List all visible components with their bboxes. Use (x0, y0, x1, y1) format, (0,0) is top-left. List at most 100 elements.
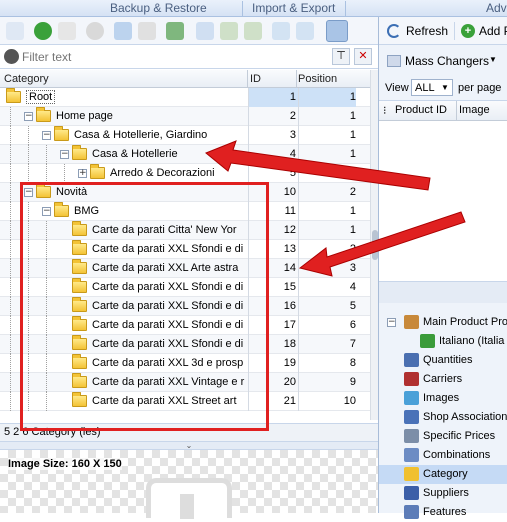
edit-icon[interactable] (58, 22, 76, 40)
delete-icon[interactable] (86, 22, 104, 40)
property-item[interactable]: Carriers (379, 370, 507, 389)
tree-add-icon[interactable] (272, 22, 290, 40)
tree-row[interactable]: Root 1 1 (0, 88, 370, 107)
chevron-down-icon[interactable]: ▼ (489, 55, 497, 64)
property-item-label: Main Product Prop (423, 316, 507, 328)
tree-row-position: 1 (349, 129, 356, 141)
tree-row-position: 10 (343, 395, 356, 407)
tree-guide-line (10, 259, 11, 278)
view-select-value: ALL (415, 82, 435, 94)
property-item[interactable]: Specific Prices (379, 427, 507, 446)
paste-icon[interactable] (138, 22, 156, 40)
view-select[interactable]: ALL ▼ (411, 79, 453, 96)
column-header-product-id[interactable]: Product ID (395, 104, 447, 116)
collapse-node-icon[interactable]: − (387, 318, 396, 327)
tree-guide-line (10, 202, 11, 221)
tree-guide-line (64, 164, 65, 183)
folder-icon (90, 164, 105, 179)
refresh-button[interactable]: Refresh (406, 24, 448, 38)
tree-guide-line (10, 183, 11, 202)
tab-divider (242, 1, 243, 16)
refresh-icon[interactable] (387, 24, 401, 38)
tree-guide-line (10, 240, 11, 259)
tree-row-label: Home page (56, 110, 113, 122)
filter-input[interactable] (22, 48, 328, 66)
tree-row-label: Casa & Hotellerie (92, 148, 178, 160)
list-icon: ⁝ (383, 105, 387, 117)
image-placeholder-bar (180, 494, 194, 519)
add-product-icon[interactable]: + (461, 24, 475, 38)
move-up-icon[interactable] (220, 22, 238, 40)
tab-advanced[interactable]: Adv (486, 0, 507, 17)
tab-import-export[interactable]: Import & Export (252, 0, 335, 17)
tree-row[interactable]: − Casa & Hotellerie, Giardino 3 1 (0, 126, 370, 145)
tree-row[interactable]: − Home page 2 1 (0, 107, 370, 126)
gear-icon[interactable] (4, 49, 19, 64)
copy-icon[interactable] (114, 22, 132, 40)
mass-changers-button[interactable]: Mass Changers (405, 54, 489, 68)
mass-changers-icon[interactable] (387, 55, 401, 67)
tree-row[interactable]: − Casa & Hotellerie 4 1 (0, 145, 370, 164)
report-icon[interactable] (196, 22, 214, 40)
tree-guide-line (10, 278, 11, 297)
collapse-node-icon[interactable]: − (42, 131, 51, 140)
tree-guide-line (10, 335, 11, 354)
property-item[interactable]: Category (379, 465, 507, 484)
property-item[interactable]: Quantities (379, 351, 507, 370)
expand-node-icon[interactable]: + (78, 169, 87, 178)
expand-icon[interactable] (6, 22, 24, 40)
per-page-label: per page (458, 82, 502, 94)
tree-row-position: 7 (349, 338, 356, 350)
tree-row-position: 4 (349, 281, 356, 293)
property-item[interactable]: Shop Associations (379, 408, 507, 427)
grid-view-icon[interactable] (326, 20, 348, 42)
tree-guide-line (10, 392, 11, 411)
tree-row-position: 1 (349, 205, 356, 217)
tree-row-position: 2 (349, 186, 356, 198)
shop-icon (404, 410, 419, 424)
column-header-image[interactable]: Image (459, 104, 490, 116)
filter-bar: ⊤ ✕ (0, 45, 378, 69)
property-item-label: Suppliers (423, 487, 469, 499)
product-grid-header: ⁝ Product ID Image (379, 101, 507, 121)
property-item-label: Shop Associations (423, 411, 507, 423)
category-toolbar (0, 17, 378, 45)
tree-scrollbar[interactable] (370, 70, 378, 420)
property-item-label: Quantities (423, 354, 473, 366)
tree-guide-line (28, 145, 29, 164)
collapse-node-icon[interactable]: − (60, 150, 69, 159)
tree-row[interactable]: + Arredo & Decorazioni 5 1 (0, 164, 370, 183)
123-icon (404, 353, 419, 367)
column-divider (456, 101, 457, 121)
chevron-down-icon: ▼ (441, 83, 449, 92)
property-item[interactable]: Italiano (Italia (379, 332, 507, 351)
property-item[interactable]: Suppliers (379, 484, 507, 503)
property-item-label: Features (423, 506, 467, 518)
property-item-label: Combinations (423, 449, 491, 461)
product-grid-scrollbar[interactable] (379, 281, 507, 303)
column-header-category[interactable]: Category (4, 73, 49, 85)
tree-row-label: Root (26, 90, 56, 104)
pane-splitter[interactable]: ⌄ (0, 441, 378, 450)
filter-apply-icon[interactable]: ⊤ (332, 48, 350, 65)
move-down-icon[interactable] (244, 22, 262, 40)
property-item[interactable]: − Main Product Prop (379, 313, 507, 332)
collapse-node-icon[interactable]: − (24, 112, 33, 121)
tree-row-id: 2 (289, 110, 296, 122)
column-header-id[interactable]: ID (250, 73, 261, 85)
property-item-label: Italiano (Italia (439, 335, 505, 347)
add-icon[interactable] (34, 22, 52, 40)
folder-icon (404, 467, 419, 481)
property-item[interactable]: Combinations (379, 446, 507, 465)
property-item[interactable]: Images (379, 389, 507, 408)
tree-child-icon[interactable] (296, 22, 314, 40)
filter-clear-icon[interactable]: ✕ (354, 48, 372, 65)
tab-backup-restore[interactable]: Backup & Restore (110, 0, 207, 17)
tree-row-id: 1 (289, 91, 296, 103)
add-product-button[interactable]: Add P (479, 24, 507, 38)
property-item-label: Images (423, 392, 460, 404)
globe-icon[interactable] (166, 22, 184, 40)
view-bar: View ALL ▼ per page (379, 75, 507, 101)
column-header-position[interactable]: Position (298, 73, 337, 85)
tree-guide-line (10, 354, 11, 373)
